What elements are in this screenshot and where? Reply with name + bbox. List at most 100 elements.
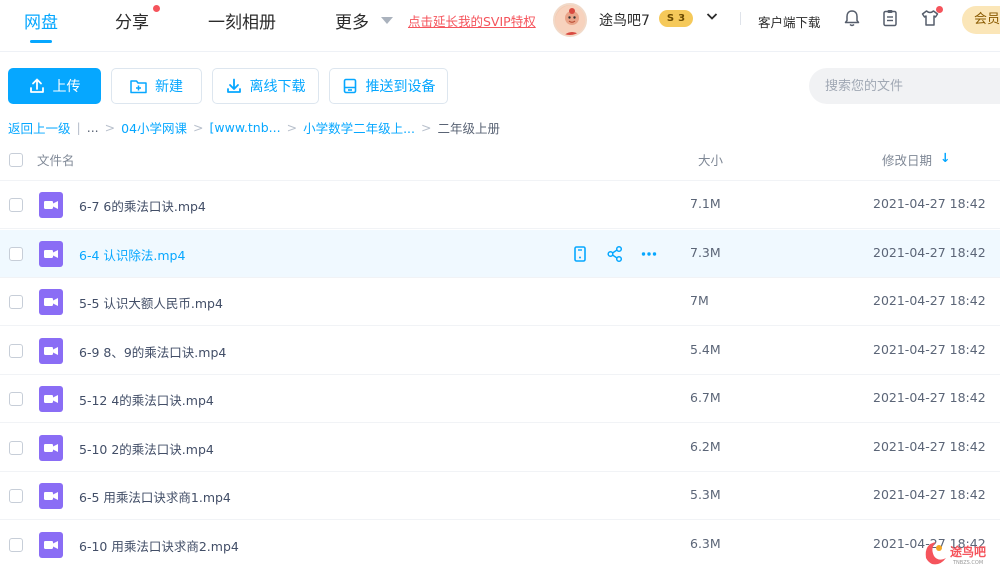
file-name[interactable]: 5-5 认识大额人民币.mp4: [79, 293, 223, 312]
new-folder-label: 新建: [155, 79, 183, 95]
breadcrumb-back-link[interactable]: 返回上一级: [8, 118, 71, 137]
file-size: 7.3M: [690, 244, 721, 260]
table-row[interactable]: 6-4 认识除法.mp4 7.3M 2021-04-27 18:42: [0, 229, 1000, 278]
video-file-icon: [39, 240, 63, 267]
nav-tab-share[interactable]: 分享: [115, 8, 149, 33]
video-file-icon: [39, 386, 63, 412]
watermark-subtext: TNBZS.COM: [952, 560, 983, 566]
file-name[interactable]: 6-10 用乘法口诀求商2.mp4: [79, 536, 239, 555]
breadcrumb-separator: >: [193, 119, 204, 135]
upload-icon: [29, 78, 44, 93]
active-tab-indicator: [30, 40, 52, 43]
push-to-device-label: 推送到设备: [365, 79, 436, 95]
file-name[interactable]: 6-5 用乘法口诀求商1.mp4: [79, 487, 231, 506]
upload-label: 上传: [52, 79, 81, 95]
row-checkbox[interactable]: [9, 440, 23, 455]
row-checkbox[interactable]: [9, 198, 23, 212]
push-to-device-button[interactable]: 推送到设备: [329, 68, 448, 104]
breadcrumb-item[interactable]: 小学数学二年级上...: [303, 118, 415, 137]
sort-descending-icon[interactable]: ↓: [940, 150, 950, 165]
nav-tab-more[interactable]: 更多: [335, 8, 369, 33]
row-checkbox[interactable]: [9, 343, 23, 358]
new-folder-icon: [130, 79, 147, 93]
file-size: 6.3M: [690, 535, 721, 551]
row-checkbox[interactable]: [9, 295, 23, 309]
search-input[interactable]: [809, 68, 1000, 104]
video-file-icon: [39, 434, 63, 461]
row-checkbox[interactable]: [9, 489, 23, 503]
notification-dot: [153, 5, 160, 12]
top-navigation-bar: 网盘 分享 一刻相册 更多 点击延长我的SVIP特权 途鸟吧7 S 3 客户端下…: [0, 0, 1000, 52]
column-header-name[interactable]: 文件名: [37, 150, 75, 169]
video-file-icon: [39, 337, 63, 364]
more-options-icon[interactable]: [638, 243, 660, 265]
breadcrumb-current: 二年级上册: [437, 120, 500, 136]
new-folder-button[interactable]: 新建: [111, 68, 202, 104]
video-file-icon: [39, 289, 63, 315]
breadcrumb-item[interactable]: [www.tnb...: [210, 120, 281, 135]
row-checkbox[interactable]: [9, 246, 23, 261]
notification-dot: [936, 6, 943, 13]
username[interactable]: 途鸟吧7: [599, 10, 650, 30]
offline-download-label: 离线下载: [249, 79, 306, 95]
file-modified-date: 2021-04-27 18:42: [873, 293, 986, 308]
table-row[interactable]: 6-5 用乘法口诀求商1.mp4 5.3M 2021-04-27 18:42: [0, 472, 1000, 520]
nav-tab-album[interactable]: 一刻相册: [208, 8, 276, 33]
clipboard-icon[interactable]: [880, 8, 900, 28]
table-row[interactable]: 5-10 2的乘法口诀.mp4 6.2M 2021-04-27 18:42: [0, 424, 1000, 472]
file-size: 5.3M: [690, 487, 721, 502]
client-download-link[interactable]: 客户端下载: [758, 12, 821, 31]
select-all-checkbox[interactable]: [9, 153, 23, 167]
avatar[interactable]: [553, 3, 587, 37]
breadcrumb-ellipsis[interactable]: ...: [87, 120, 99, 135]
file-size: 5.4M: [690, 341, 721, 357]
breadcrumb-separator: >: [286, 119, 298, 135]
column-header-date[interactable]: 修改日期: [882, 150, 932, 169]
share-icon[interactable]: [604, 243, 626, 265]
caret-down-icon[interactable]: [381, 17, 393, 24]
file-modified-date: 2021-04-27 18:42: [873, 341, 986, 357]
file-size: 6.7M: [690, 390, 721, 405]
video-file-icon: [39, 531, 63, 558]
file-name[interactable]: 5-12 4的乘法口诀.mp4: [79, 390, 214, 409]
svip-level-badge: S 3: [659, 10, 693, 27]
breadcrumb-separator: >: [421, 119, 432, 135]
file-size: 6.2M: [690, 438, 721, 454]
bell-icon[interactable]: [842, 8, 862, 28]
table-row[interactable]: 6-9 8、9的乘法口诀.mp4 5.4M 2021-04-27 18:42: [0, 327, 1000, 375]
file-modified-date: 2021-04-27 18:42: [873, 390, 986, 405]
breadcrumb: 返回上一级 | ... > 04小学网课 > [www.tnb... > 小学数…: [8, 118, 500, 136]
table-row[interactable]: 6-10 用乘法口诀求商2.mp4 6.3M 2021-04-27 18:42: [0, 521, 1000, 566]
file-name[interactable]: 6-9 8、9的乘法口诀.mp4: [79, 342, 226, 361]
file-modified-date: 2021-04-27 18:42: [873, 438, 986, 454]
divider: [740, 12, 741, 25]
table-row[interactable]: 5-5 认识大额人民币.mp4 7M 2021-04-27 18:42: [0, 278, 1000, 326]
video-file-icon: [39, 192, 63, 218]
video-file-icon: [39, 483, 63, 509]
file-modified-date: 2021-04-27 18:42: [873, 196, 986, 211]
file-modified-date: 2021-04-27 18:42: [873, 244, 986, 260]
table-row[interactable]: 6-7 6的乘法口诀.mp4 7.1M 2021-04-27 18:42: [0, 181, 1000, 229]
file-modified-date: 2021-04-27 18:42: [873, 487, 986, 502]
vip-s-icon: S: [666, 13, 675, 24]
watermark-text: 途鸟吧: [950, 544, 986, 559]
offline-download-button[interactable]: 离线下载: [212, 68, 319, 104]
file-name[interactable]: 5-10 2的乘法口诀.mp4: [79, 439, 214, 458]
svip-extend-link[interactable]: 点击延长我的SVIP特权: [408, 11, 536, 30]
member-button[interactable]: 会员: [962, 6, 1000, 34]
row-checkbox[interactable]: [9, 392, 23, 406]
file-size: 7.1M: [690, 196, 721, 211]
breadcrumb-item[interactable]: 04小学网课: [121, 118, 187, 137]
breadcrumb-separator: >: [104, 119, 116, 135]
column-header-size[interactable]: 大小: [698, 150, 723, 169]
nav-tab-netdisk[interactable]: 网盘: [24, 8, 58, 33]
chevron-down-icon[interactable]: [706, 10, 718, 22]
file-name[interactable]: 6-7 6的乘法口诀.mp4: [79, 196, 206, 215]
watermark-logo: 途鸟吧 TNBZS.COM: [925, 542, 986, 566]
push-to-device-icon[interactable]: [569, 243, 591, 265]
file-name[interactable]: 6-4 认识除法.mp4: [79, 245, 185, 264]
vip-level: 3: [678, 13, 686, 24]
row-checkbox[interactable]: [9, 537, 23, 552]
table-row[interactable]: 5-12 4的乘法口诀.mp4 6.7M 2021-04-27 18:42: [0, 375, 1000, 423]
upload-button[interactable]: 上传: [8, 68, 101, 104]
